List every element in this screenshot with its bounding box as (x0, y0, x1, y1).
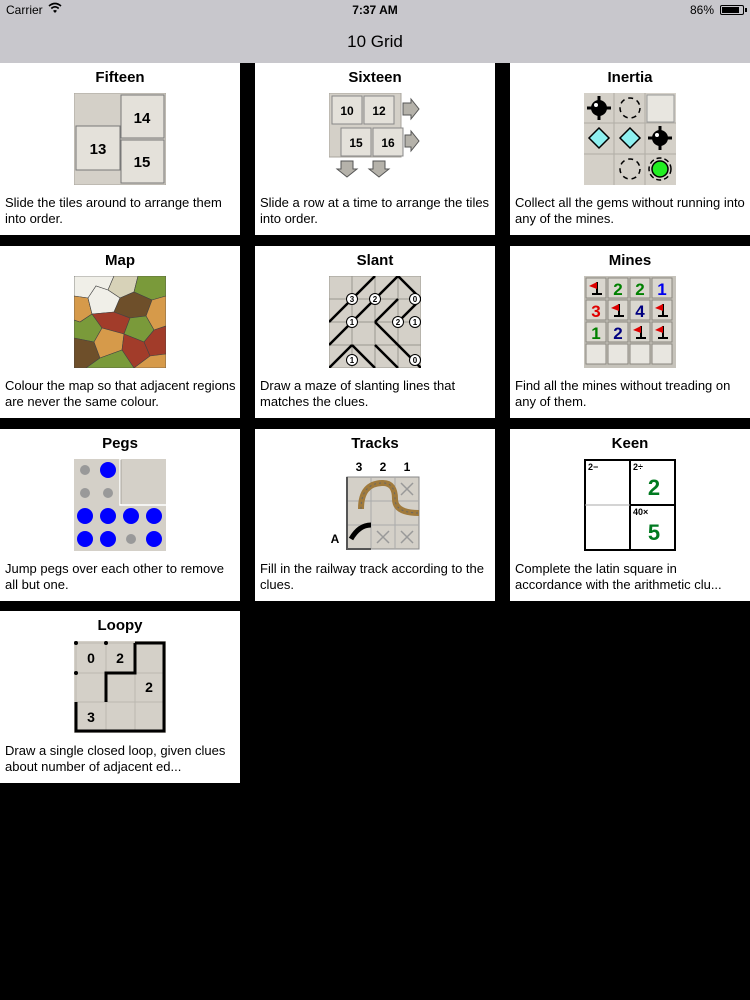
cell-value: 5 (648, 520, 660, 545)
arrow-down-icon (367, 160, 391, 178)
puzzle-title: Tracks (351, 435, 399, 452)
puzzle-title: Mines (608, 252, 652, 269)
puzzle-tile-loopy[interactable]: Loopy 0 2 2 3 Draw a single closed loop,… (0, 611, 240, 783)
puzzle-description: Colour the map so that adjacent regions … (5, 378, 236, 409)
tile-number: 13 (90, 141, 107, 158)
slant-clue: 1 (350, 356, 355, 365)
status-bar: Carrier 7:37 AM 86% (0, 0, 750, 20)
loopy-clue: 3 (87, 709, 95, 725)
puzzle-description: Slide a row at a time to arrange the til… (260, 195, 490, 226)
puzzle-description: Draw a single closed loop, given clues a… (5, 743, 226, 774)
column-clue: 2 (380, 460, 387, 474)
mine-count: 1 (657, 280, 666, 299)
puzzle-description: Slide the tiles around to arrange them i… (5, 195, 222, 226)
cell-value: 2 (648, 475, 660, 500)
slant-clue: 2 (396, 318, 401, 327)
puzzle-title: Pegs (102, 435, 138, 452)
puzzle-description: Jump pegs over each other to remove all … (5, 561, 224, 592)
mine-count: 3 (591, 302, 600, 321)
row-clue: A (331, 532, 340, 546)
puzzle-tile-keen[interactable]: Keen 2− 2÷ 40× 2 5 Complete the latin sq… (510, 429, 750, 601)
navigation-bar: 10 Grid (0, 20, 750, 63)
puzzle-tile-tracks[interactable]: Tracks 3 2 1 A Fill in the railway track… (255, 429, 495, 601)
slant-clue: 0 (413, 356, 418, 365)
mine-count: 2 (635, 280, 644, 299)
tile-number: 15 (134, 154, 151, 171)
puzzle-title: Loopy (97, 617, 143, 634)
tile-number: 15 (349, 136, 363, 150)
battery-icon (720, 5, 747, 15)
slant-clue: 1 (413, 318, 418, 327)
puzzle-title: Inertia (607, 69, 653, 86)
puzzle-tile-slant[interactable]: Slant 3 2 0 1 2 1 1 0 Draw a maze of sla… (255, 246, 495, 418)
puzzle-tile-fifteen[interactable]: Fifteen 14 13 15 Slide the tiles around … (0, 63, 240, 235)
tile-number: 10 (340, 104, 354, 118)
cage-clue: 40× (633, 507, 648, 517)
tracks-thumbnail: 3 2 1 A (329, 459, 421, 551)
puzzle-tile-map[interactable]: Map Colour the map so that adjacent regi… (0, 246, 240, 418)
slant-clue: 0 (413, 295, 418, 304)
puzzle-title: Keen (611, 435, 649, 452)
arrow-right-icon (402, 97, 420, 121)
puzzle-description: Fill in the railway track according to t… (260, 561, 484, 592)
slant-clue: 2 (373, 295, 378, 304)
puzzle-title: Sixteen (348, 69, 402, 86)
puzzle-description: Complete the latin square in accordance … (515, 561, 722, 592)
column-clue: 1 (404, 460, 411, 474)
puzzle-title: Map (105, 252, 135, 269)
puzzle-description: Find all the mines without treading on a… (515, 378, 731, 409)
mine-count: 2 (613, 324, 622, 343)
keen-thumbnail: 2− 2÷ 40× 2 5 (584, 459, 676, 551)
map-thumbnail (74, 276, 166, 368)
puzzle-tile-inertia[interactable]: Inertia Collect all the gems without run… (510, 63, 750, 235)
mine-count: 1 (591, 324, 600, 343)
loopy-clue: 2 (145, 679, 153, 695)
slant-clue: 3 (350, 295, 355, 304)
pegs-thumbnail (74, 459, 166, 551)
tile-number: 16 (381, 136, 395, 150)
arrow-right-icon (404, 129, 420, 153)
loopy-clue: 2 (116, 650, 124, 666)
puzzle-tile-sixteen[interactable]: Sixteen 10 12 15 16 Slide a row at a tim… (255, 63, 495, 235)
mine-count: 2 (613, 280, 622, 299)
puzzle-title: Fifteen (95, 69, 145, 86)
slant-clue: 1 (350, 318, 355, 327)
mines-thumbnail: 2 2 1 3 4 1 2 4 1 (584, 276, 676, 368)
puzzle-tile-mines[interactable]: Mines 2 2 1 3 4 1 2 4 1 (510, 246, 750, 418)
cage-clue: 2− (588, 462, 598, 472)
tile-number: 14 (134, 110, 151, 127)
column-clue: 3 (356, 460, 363, 474)
player-icon (648, 157, 672, 181)
inertia-thumbnail (584, 93, 676, 185)
sixteen-thumbnail: 10 12 15 16 (329, 93, 420, 178)
clock: 7:37 AM (352, 3, 398, 17)
puzzle-tile-pegs[interactable]: Pegs Jump pegs over each other to remove… (0, 429, 240, 601)
tile-number: 12 (372, 104, 386, 118)
cage-clue: 2÷ (633, 462, 643, 472)
battery-percentage: 86% (689, 3, 714, 17)
slant-thumbnail: 3 2 0 1 2 1 1 0 (329, 276, 421, 368)
puzzle-title: Slant (356, 252, 394, 269)
fifteen-thumbnail: 14 13 15 (74, 93, 166, 185)
puzzle-description: Draw a maze of slanting lines that match… (260, 378, 456, 409)
loopy-clue: 0 (87, 650, 95, 666)
arrow-down-icon (335, 160, 359, 178)
mine-count: 4 (635, 302, 645, 321)
page-title: 10 Grid (347, 32, 403, 51)
loopy-thumbnail: 0 2 2 3 (74, 641, 166, 733)
puzzle-description: Collect all the gems without running int… (515, 195, 745, 226)
